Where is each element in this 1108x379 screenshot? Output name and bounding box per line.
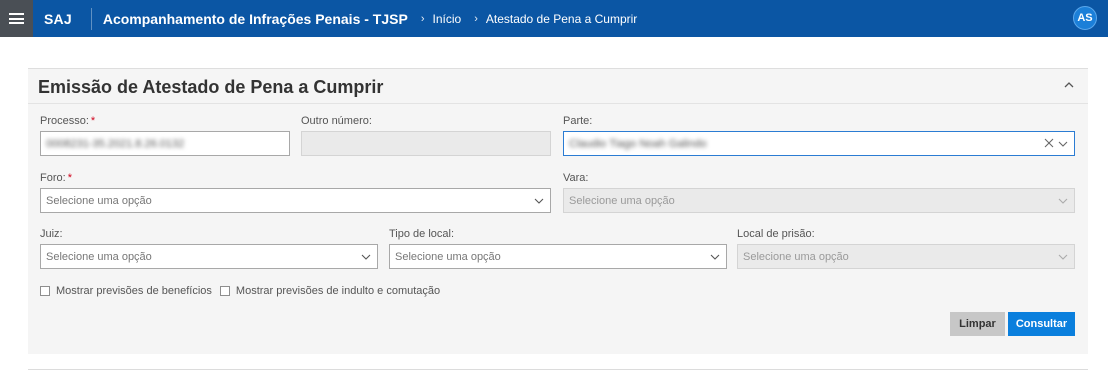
chevron-down-icon[interactable] <box>710 252 720 262</box>
clear-button[interactable]: Limpar <box>950 312 1005 336</box>
processo-value: 0008231-35.2021.8.26.0132 <box>46 137 185 150</box>
tipo-local-select[interactable]: Selecione uma opção <box>389 244 727 269</box>
foro-placeholder: Selecione uma opção <box>46 194 152 207</box>
local-prisao-label-text: Local de prisão: <box>737 228 815 240</box>
chevron-up-icon[interactable] <box>1062 78 1076 92</box>
processo-input[interactable]: 0008231-35.2021.8.26.0132 <box>40 131 290 156</box>
foro-label-text: Foro: <box>40 172 66 184</box>
parte-value: Claudio Tiago Noah Galindo <box>569 137 707 150</box>
breadcrumb-home[interactable]: Início <box>433 12 462 26</box>
section-divider <box>28 369 1088 370</box>
chevron-down-icon[interactable] <box>534 196 544 206</box>
consultar-button[interactable]: Consultar <box>1008 312 1075 336</box>
parte-label-text: Parte: <box>563 115 593 127</box>
vara-placeholder: Selecione uma opção <box>569 194 675 207</box>
clear-icon[interactable] <box>1044 138 1054 148</box>
juiz-label-text: Juiz: <box>40 228 63 240</box>
processo-label-text: Processo: <box>40 115 89 127</box>
checkbox-box[interactable] <box>219 286 230 296</box>
chevron-right-icon: › <box>474 12 478 25</box>
form-panel: Emissão de Atestado de Pena a Cumprir Pr… <box>28 68 1088 354</box>
user-avatar[interactable]: AS <box>1073 6 1097 30</box>
tipo-local-label: Tipo de local: <box>389 228 454 240</box>
required-mark: * <box>67 172 72 184</box>
juiz-select[interactable]: Selecione uma opção <box>40 244 378 269</box>
chevron-down-icon <box>1058 254 1068 260</box>
app-title: Acompanhamento de Infrações Penais - TJS… <box>102 10 408 27</box>
breadcrumb-current: Atestado de Pena a Cumprir <box>485 11 638 26</box>
foro-label: Foro: * <box>40 172 72 184</box>
panel-title: Emissão de Atestado de Pena a Cumprir <box>38 77 384 97</box>
checkbox-box[interactable] <box>40 286 50 296</box>
header-divider <box>90 7 92 30</box>
local-prisao-placeholder: Selecione uma opção <box>743 250 849 263</box>
top-header: SAJ Acompanhamento de Infrações Penais -… <box>0 0 1108 37</box>
chevron-down-icon[interactable] <box>1058 139 1068 149</box>
panel-divider <box>28 103 1088 104</box>
chevron-down-icon[interactable] <box>361 252 371 262</box>
processo-label: Processo: * <box>40 115 95 127</box>
juiz-label: Juiz: <box>40 228 63 240</box>
checkbox-beneficios[interactable]: Mostrar previsões de benefícios <box>40 285 212 297</box>
parte-label: Parte: <box>563 115 592 127</box>
checkbox-beneficios-label: Mostrar previsões de benefícios <box>56 285 212 297</box>
vara-label: Vara: <box>563 172 588 184</box>
vara-label-text: Vara: <box>563 172 589 184</box>
chevron-right-icon: › <box>420 12 425 25</box>
tipo-local-placeholder: Selecione uma opção <box>395 250 501 263</box>
outro-numero-label-text: Outro número: <box>301 115 372 127</box>
checkbox-indulto[interactable]: Mostrar previsões de indulto e comutação <box>219 285 441 297</box>
chevron-down-icon <box>1058 198 1068 204</box>
vara-select[interactable]: Selecione uma opção <box>563 188 1075 213</box>
hamburger-icon <box>9 13 24 24</box>
checkbox-indulto-label: Mostrar previsões de indulto e comutação <box>235 285 441 297</box>
options-checkboxes: Mostrar previsões de benefícios Mostrar … <box>40 285 448 297</box>
outro-numero-input[interactable] <box>301 131 551 156</box>
required-mark: * <box>90 115 96 127</box>
outro-numero-label: Outro número: <box>301 115 372 127</box>
brand-logo[interactable]: SAJ <box>44 11 72 27</box>
foro-select[interactable]: Selecione uma opção <box>40 188 551 213</box>
tipo-local-label-text: Tipo de local: <box>389 228 455 240</box>
local-prisao-select[interactable]: Selecione uma opção <box>737 244 1075 269</box>
local-prisao-label: Local de prisão: <box>737 228 815 240</box>
juiz-placeholder: Selecione uma opção <box>46 250 152 263</box>
hamburger-menu-button[interactable] <box>0 0 33 37</box>
parte-select[interactable]: Claudio Tiago Noah Galindo <box>563 131 1075 156</box>
